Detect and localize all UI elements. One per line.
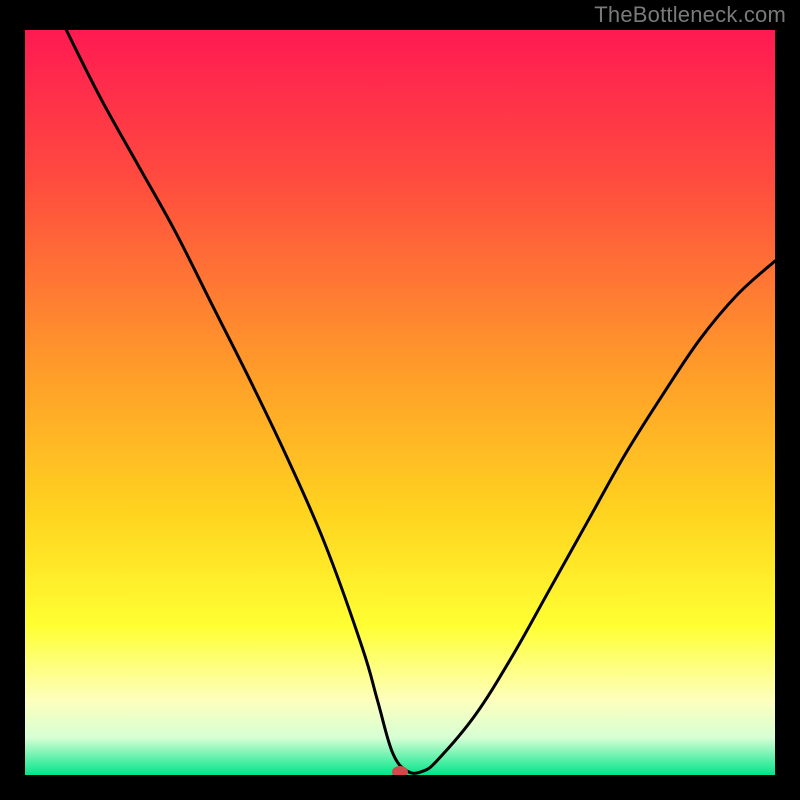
watermark-text: TheBottleneck.com [594,2,786,28]
plot-area [25,30,775,775]
gradient-background [25,30,775,775]
bottleneck-chart [25,30,775,775]
chart-frame: TheBottleneck.com [0,0,800,800]
